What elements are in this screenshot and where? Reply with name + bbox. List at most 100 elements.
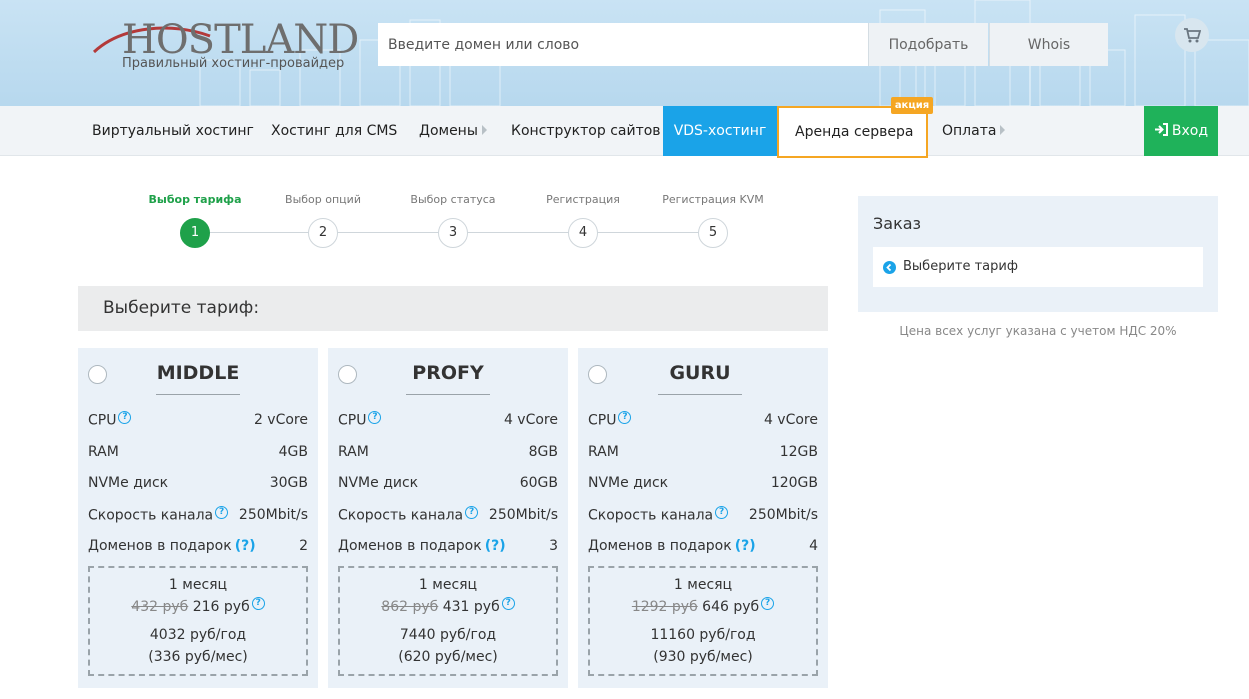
cart-icon (1184, 28, 1201, 43)
step-number: 3 (438, 218, 468, 248)
step-number: 5 (698, 218, 728, 248)
spec-label: CPU (338, 412, 367, 429)
price-line: 862 руб 431 руб? (340, 596, 556, 618)
spec-label: NVMe диск (88, 475, 169, 491)
yearly-price: 7440 руб/год (399, 627, 497, 643)
spec-value: 4 vCore (503, 412, 558, 428)
step-5[interactable]: Регистрация KVM 5 (648, 190, 778, 248)
spec-label: Скорость канала (88, 507, 214, 524)
login-label: Вход (1171, 123, 1209, 139)
spec-value: 2 (299, 538, 308, 554)
spec-label: Доменов в подарок (588, 538, 732, 554)
tariff-radio[interactable] (88, 365, 107, 384)
spec-value: 120GB (770, 475, 818, 491)
price-period: 1 месяц (673, 577, 733, 593)
old-price: 432 руб (131, 599, 189, 615)
help-icon[interactable]: ? (761, 597, 775, 611)
spec-speed: Скорость канала? 250Mbit/s (338, 505, 558, 525)
old-price: 862 руб (381, 599, 439, 615)
hostland-logo[interactable]: HOSTLAND Правильный хостинг-провайдер (92, 10, 359, 76)
domain-search-input[interactable] (378, 23, 868, 66)
step-label: Выбор статуса (410, 193, 496, 206)
step-1[interactable]: Выбор тарифа 1 (130, 190, 260, 248)
sign-in-icon (1154, 123, 1168, 136)
spec-domains: Доменов в подарок (?) 3 (338, 536, 558, 556)
help-icon[interactable]: (?) (235, 538, 256, 554)
nav-cms-hosting[interactable]: Хостинг для CMS (271, 106, 397, 156)
tariff-card-profy[interactable]: PROFY CPU? 4 vCore RAM 8GB NVMe диск 60GB С… (328, 348, 568, 688)
arrow-left-icon (883, 260, 896, 274)
help-icon[interactable]: ? (118, 411, 132, 425)
step-2[interactable]: Выбор опций 2 (258, 190, 388, 248)
help-icon[interactable]: ? (501, 597, 515, 611)
spec-ram: RAM 8GB (338, 442, 558, 462)
help-icon[interactable]: (?) (735, 538, 756, 554)
spec-label: RAM (588, 444, 619, 460)
help-icon[interactable]: ? (368, 411, 382, 425)
step-label: Выбор опций (285, 193, 361, 206)
nav-label: Виртуальный хостинг (92, 123, 254, 139)
nav-label: Конструктор сайтов (511, 123, 661, 139)
whois-button[interactable]: Whois (989, 23, 1108, 66)
tariff-card-guru[interactable]: GURU CPU? 4 vCore RAM 12GB NVMe диск 120GB … (578, 348, 828, 688)
nav-virtual-hosting[interactable]: Виртуальный хостинг (92, 106, 254, 156)
yearly-price: 11160 руб/год (650, 627, 756, 643)
spec-value: 30GB (269, 475, 308, 491)
nav-payment[interactable]: Оплата (942, 106, 1006, 156)
current-price: 646 руб (702, 599, 760, 615)
help-icon[interactable]: ? (618, 411, 632, 425)
tariff-radio[interactable] (588, 365, 607, 384)
spec-value: 4GB (278, 444, 308, 460)
spec-label: Доменов в подарок (88, 538, 232, 554)
step-4[interactable]: Регистрация 4 (518, 190, 648, 248)
current-price: 431 руб (442, 599, 500, 615)
nav-site-builder[interactable]: Конструктор сайтов (511, 106, 661, 156)
spec-value: 8GB (528, 444, 558, 460)
order-summary: Выберите тариф (873, 247, 1203, 287)
help-icon[interactable]: ? (465, 506, 479, 520)
price-box: 1 месяц 1292 руб 646 руб? 11160 руб/год … (588, 566, 818, 676)
help-icon[interactable]: ? (715, 506, 729, 520)
promo-badge: акция (891, 97, 933, 114)
nav-label: Оплата (942, 123, 997, 139)
yearly-price: 4032 руб/год (149, 627, 247, 643)
spec-label: RAM (88, 444, 119, 460)
chevron-right-icon (481, 125, 487, 135)
order-title: Заказ (873, 214, 922, 233)
main-navigation: Виртуальный хостинг Хостинг для CMS Доме… (0, 106, 1249, 158)
price-box: 1 месяц 432 руб 216 руб? 4032 руб/год (3… (88, 566, 308, 676)
price-period: 1 месяц (168, 577, 228, 593)
tariff-radio[interactable] (338, 365, 357, 384)
tariff-name: PROFY (406, 362, 490, 395)
monthly-equivalent: (620 руб/мес) (398, 649, 498, 665)
nav-label: Аренда сервера (795, 124, 914, 140)
price-period: 1 месяц (418, 577, 478, 593)
spec-disk: NVMe диск 60GB (338, 473, 558, 493)
order-panel: Заказ Выберите тариф (858, 196, 1218, 312)
cart-button[interactable] (1175, 18, 1209, 52)
step-3[interactable]: Выбор статуса 3 (388, 190, 518, 248)
spec-disk: NVMe диск 30GB (88, 473, 308, 493)
spec-label: Скорость канала (338, 507, 464, 524)
spec-ram: RAM 4GB (88, 442, 308, 462)
price-box: 1 месяц 862 руб 431 руб? 7440 руб/год (6… (338, 566, 558, 676)
current-price: 216 руб (192, 599, 250, 615)
spec-label: Скорость канала (588, 507, 714, 524)
spec-value: 250Mbit/s (488, 507, 558, 523)
help-icon[interactable]: ? (251, 597, 265, 611)
spec-value: 3 (549, 538, 558, 554)
site-header: HOSTLAND Правильный хостинг-провайдер По… (0, 0, 1249, 106)
spec-value: 60GB (519, 475, 558, 491)
spec-cpu: CPU? 4 vCore (338, 410, 558, 430)
help-icon[interactable]: (?) (485, 538, 506, 554)
tariff-card-middle[interactable]: MIDDLE CPU? 2 vCore RAM 4GB NVMe диск 30GB … (78, 348, 318, 688)
price-line: 432 руб 216 руб? (90, 596, 306, 618)
spec-domains: Доменов в подарок (?) 2 (88, 536, 308, 556)
nav-vds-hosting[interactable]: VDS-хостинг (663, 106, 777, 156)
pick-domain-button[interactable]: Подобрать (868, 23, 988, 66)
spec-value: 4 vCore (763, 412, 818, 428)
help-icon[interactable]: ? (215, 506, 229, 520)
nav-domains[interactable]: Домены (419, 106, 487, 156)
login-button[interactable]: Вход (1144, 106, 1218, 156)
spec-label: Доменов в подарок (338, 538, 482, 554)
